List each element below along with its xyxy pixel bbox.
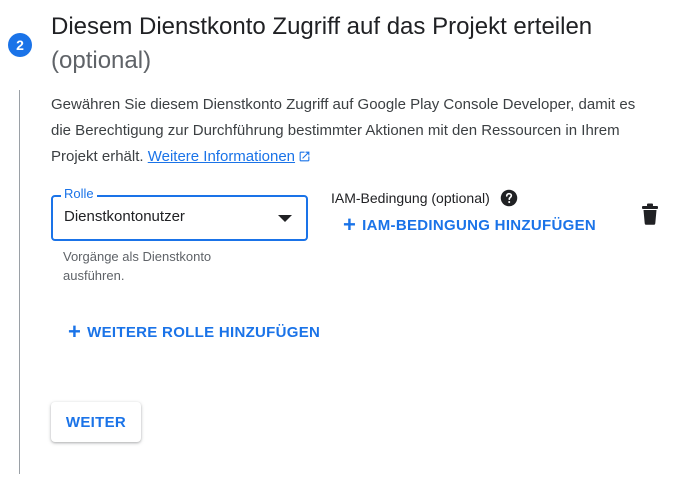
external-link-icon	[299, 151, 310, 162]
step-title: Diesem Dienstkonto Zugriff auf das Proje…	[51, 10, 681, 78]
add-iam-condition-label: IAM-BEDINGUNG HINZUFÜGEN	[362, 216, 597, 234]
plus-icon: +	[68, 319, 82, 344]
iam-condition-label-text: IAM-Bedingung (optional)	[331, 190, 490, 206]
add-iam-condition-button[interactable]: + IAM-BEDINGUNG HINZUFÜGEN	[343, 212, 597, 237]
plus-icon: +	[343, 212, 357, 237]
step-description: Gewähren Sie diesem Dienstkonto Zugriff …	[51, 92, 651, 170]
learn-more-link[interactable]: Weitere Informationen	[148, 148, 311, 165]
add-role-label: WEITERE ROLLE HINZUFÜGEN	[87, 323, 321, 341]
learn-more-link-text: Weitere Informationen	[147, 148, 296, 165]
step-title-optional: (optional)	[51, 47, 152, 74]
description-text: Gewähren Sie diesem Dienstkonto Zugriff …	[51, 96, 636, 165]
help-circle-icon[interactable]	[500, 189, 518, 207]
add-role-button[interactable]: + WEITERE ROLLE HINZUFÜGEN	[68, 319, 321, 344]
role-select-value: Dienstkontonutzer	[64, 208, 185, 225]
role-hint-text: Vorgänge als Dienstkonto ausführen.	[63, 249, 212, 283]
step-connector-line	[19, 90, 20, 474]
dropdown-arrow-icon	[278, 215, 292, 222]
role-select-label: Rolle	[61, 186, 97, 202]
step-number-badge: 2	[8, 33, 32, 57]
continue-button[interactable]: WEITER	[51, 402, 141, 442]
role-select[interactable]: Rolle Dienstkontonutzer	[51, 186, 308, 241]
step-title-text: Diesem Dienstkonto Zugriff auf das Proje…	[51, 13, 593, 40]
trash-icon[interactable]	[640, 203, 660, 230]
iam-condition-label: IAM-Bedingung (optional)	[331, 189, 518, 207]
